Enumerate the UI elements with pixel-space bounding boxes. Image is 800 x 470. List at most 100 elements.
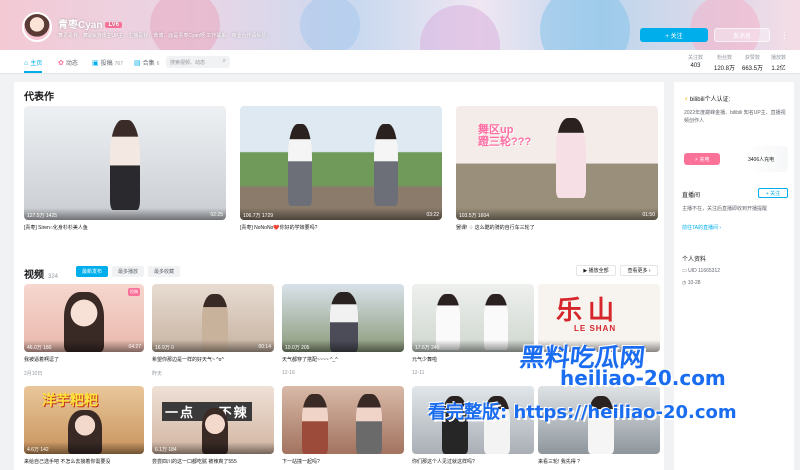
video-date: 昨天 (152, 371, 163, 377)
sort-most-played[interactable]: 最多播放 (112, 266, 144, 277)
tab-collections[interactable]: ▤ 合集 6 (134, 58, 159, 67)
duration: 03:22 (426, 212, 439, 218)
message-button[interactable]: 发消息 (714, 28, 770, 42)
play-count: 10.0万 (285, 345, 300, 351)
video-thumbnail[interactable]: 17.6万 240 (412, 284, 534, 352)
thumbnail-figure (356, 394, 382, 454)
search-input[interactable]: 搜索视频、动态 ⌕ (166, 56, 230, 68)
danmaku-count: 1604 (477, 213, 490, 219)
banner-art (540, 0, 630, 50)
video-tag: 投稿 (128, 288, 140, 296)
play-count: 103.5万 (459, 213, 477, 219)
featured-video-title[interactable]: 罢课! ♢ 这么酷的骑的自行车三轮了 (456, 224, 658, 231)
auth-title: ⚡ bilibili个人认证: (684, 97, 731, 103)
thumbnail-figure (374, 124, 398, 206)
video-title[interactable]: 你们那这个人见过就这样吗? (412, 458, 534, 465)
profile-birthday: ◷ 10-28 (682, 280, 701, 286)
duration: 01:50 (642, 212, 655, 218)
watermark-domain: heiliao-20.com (560, 366, 726, 390)
banner-art (420, 5, 500, 50)
thumbnail-figure (302, 394, 328, 454)
search-icon[interactable]: ⌕ (223, 58, 226, 65)
thumbnail-caption: 舞区up 蹬三轮??? (478, 124, 532, 148)
id-card-icon: ▭ (682, 268, 687, 274)
stat-following[interactable]: 关注数 403 (688, 54, 703, 69)
video-date: 2月10日 (24, 371, 43, 377)
video-thumbnail[interactable]: 一点 不辣 6.1万 184 (152, 386, 274, 454)
live-room-title: 直播间 (682, 193, 701, 199)
cake-icon: ◷ (682, 280, 687, 286)
featured-title: 代表作 (24, 92, 54, 103)
username: 青枣Cyan LV6 (58, 16, 123, 31)
featured-video-title[interactable]: [青枣] Siren○化身杉杉美人鱼 (24, 224, 226, 231)
thumbnail-caption-sub: LE SHAN (574, 324, 617, 333)
profile-info-title: 个人资料 (682, 257, 707, 263)
banner-art (300, 0, 360, 50)
video-thumbnail[interactable]: 洋芋粑粑 4.6万 142 (24, 386, 144, 454)
level-badge: LV6 (105, 22, 123, 28)
featured-video-title[interactable]: [青枣] NoNoNo❤️你好的学妹要吗? (240, 224, 442, 231)
thumbnail-figure (556, 118, 586, 198)
duration: 00:14 (258, 344, 271, 350)
play-count: 16.9万 (155, 345, 170, 351)
video-thumbnail[interactable]: 16.9万 0 00:14 (152, 284, 274, 352)
play-all-button[interactable]: ▶ 播放全部 (576, 265, 616, 276)
video-title[interactable]: 我被逼着啊逗了 (24, 356, 144, 363)
video-thumbnail[interactable]: 投稿 46.0万 180 04:27 (24, 284, 144, 352)
live-room-link[interactable]: 前往TA的直播间 › (682, 224, 721, 231)
banner-art (690, 0, 760, 50)
danmaku-count: 1729 (261, 213, 274, 219)
video-title[interactable]: 来看三轮! 我先得 ? (538, 458, 660, 465)
profile-nav: ⌂ 主页 ✿ 动态 ▣ 投稿 767 ▤ 合集 6 搜索视频、动态 ⌕ 关注数 403 粉丝数 1… (0, 50, 800, 74)
thumbnail-caption: 洋芋粑粑 (42, 392, 98, 408)
video-date: 12-11 (412, 370, 425, 376)
home-icon: ⌂ (24, 60, 29, 67)
stat-followers[interactable]: 粉丝数 120.8万 (714, 54, 735, 72)
view-more-button[interactable]: 查看更多 › (620, 265, 658, 276)
videos-title: 视频 324 (24, 270, 59, 281)
video-title[interactable]: 尝尝四川的这一口都吃腻 被辣爽了555 (152, 458, 274, 465)
featured-video-thumbnail[interactable]: 106.7万 1729 03:22 (240, 106, 442, 220)
avatar[interactable] (22, 12, 52, 42)
video-thumbnail[interactable] (282, 386, 404, 454)
video-title[interactable]: 来给自己选手吧 不怎么去接着你需要没 (24, 458, 144, 465)
tab-home[interactable]: ⌂ 主页 (24, 58, 43, 73)
featured-video-thumbnail[interactable]: 127.5万 1425 02:25 (24, 106, 226, 220)
video-title[interactable]: 下一站撞一起吗? (282, 458, 404, 465)
user-signature: 舞见是我，舞蹈&游戏主UP主，主播是我，微博：@是青枣Cyan呀 工作联系，商业… (58, 33, 270, 39)
verified-icon: ⚡ (684, 97, 689, 103)
video-title[interactable]: 天气都穿了搭配~~~~ ^_^ (282, 356, 404, 363)
profile-banner: 青枣Cyan LV6 舞见是我，舞蹈&游戏主UP主，主播是我，微博：@是青枣Cya… (0, 0, 800, 50)
danmaku-count: 180 (43, 345, 52, 351)
play-count: 46.0万 (27, 345, 42, 351)
video-thumbnail[interactable]: 10.0万 205 (282, 284, 404, 352)
auth-description: 2022年度巅峰金播、bilibili 知名UP主、直播视频创作人 (684, 110, 786, 124)
follow-button[interactable]: + 关注 (640, 28, 708, 42)
video-title[interactable]: 希望你那边是一样的好天气~ ^o^ (152, 356, 274, 363)
play-count: 4.6万 (27, 447, 39, 453)
charge-count: 3406人充电 (748, 157, 775, 163)
watermark-url: 看完整版: https://heiliao-20.com (428, 402, 737, 423)
featured-video-thumbnail[interactable]: 舞区up 蹬三轮??? 103.5万 1604 01:50 (456, 106, 658, 220)
sort-most-favorited[interactable]: 最多收藏 (148, 266, 180, 277)
danmaku-count: 184 (168, 447, 177, 453)
videos-count: 324 (48, 274, 59, 280)
play-count: 127.5万 (27, 213, 45, 219)
play-count: 17.6万 (415, 345, 430, 351)
live-room-description: 主播不在，关注后直播即收到开播提醒 (682, 206, 768, 212)
collection-icon: ▤ (134, 60, 141, 67)
video-title[interactable]: 元气少舞啦 (412, 356, 534, 363)
duration: 04:27 (128, 344, 141, 350)
video-icon: ▣ (92, 60, 99, 67)
thumbnail-caption: 乐山 (556, 295, 621, 325)
charge-panel: ⚡ 充电 3406人充电 (680, 146, 788, 172)
stat-likes: 获赞数 663.5万 (742, 55, 764, 72)
more-vertical-icon[interactable]: ⋮ (780, 30, 789, 41)
tab-videos[interactable]: ▣ 投稿 767 (92, 58, 123, 67)
charge-button[interactable]: ⚡ 充电 (684, 153, 720, 165)
danmaku-count: 0 (171, 345, 174, 351)
live-follow-button[interactable]: + 关注 (758, 188, 788, 198)
danmaku-count: 142 (40, 447, 49, 453)
sort-latest[interactable]: 最新发布 (76, 266, 108, 277)
tab-activity[interactable]: ✿ 动态 (58, 58, 78, 67)
